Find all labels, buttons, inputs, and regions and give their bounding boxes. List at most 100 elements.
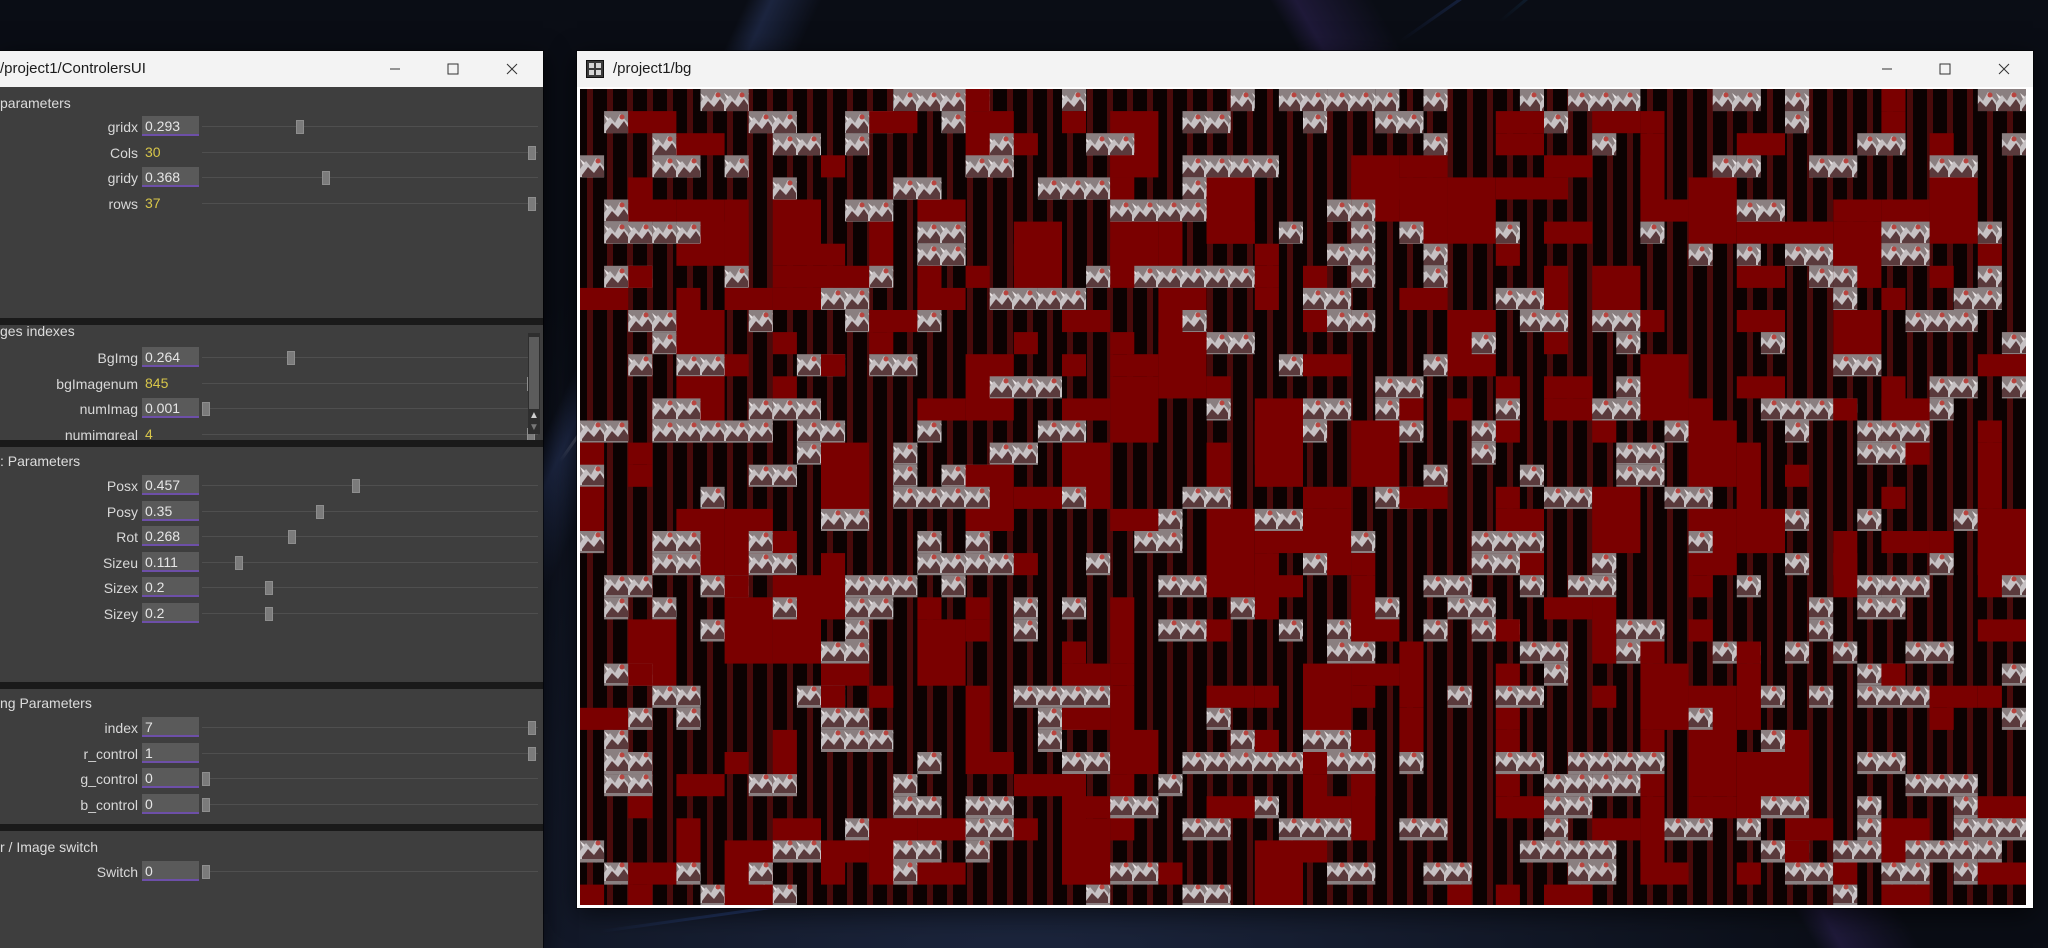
bg-render-canvas[interactable] — [580, 89, 2026, 905]
slider-value-field[interactable]: 845 — [142, 373, 199, 393]
bg-titlebar[interactable]: /project1/bg — [577, 51, 2033, 87]
close-button[interactable] — [483, 51, 541, 87]
slider-value-field[interactable]: 0.457 — [142, 475, 199, 495]
slider-value-field[interactable]: 0 — [142, 793, 199, 814]
red-block — [1254, 840, 1303, 863]
slider-thumb[interactable] — [528, 196, 536, 211]
slider-track[interactable] — [202, 202, 538, 204]
slider-track[interactable] — [202, 151, 538, 153]
slider-thumb[interactable] — [528, 145, 536, 160]
minimize-button[interactable] — [1858, 51, 1916, 87]
image-tile — [1062, 486, 1087, 509]
slider-value-field[interactable]: 0.2 — [142, 577, 199, 597]
image-tile — [845, 133, 870, 156]
image-tile — [917, 553, 966, 576]
slider-value-field[interactable]: 0.35 — [142, 500, 199, 521]
slider-track[interactable] — [202, 561, 538, 563]
image-tile — [652, 531, 701, 554]
slider-value-field[interactable]: 0.001 — [142, 398, 199, 418]
slider-track[interactable] — [202, 536, 538, 537]
slider-value-field[interactable]: 37 — [142, 193, 199, 213]
slider-thumb[interactable] — [202, 865, 210, 879]
red-block — [628, 442, 653, 465]
slider-thumb[interactable] — [235, 555, 244, 570]
slider-track[interactable] — [202, 727, 538, 728]
scrollbar-thumb[interactable] — [529, 337, 539, 409]
red-block — [1544, 155, 1593, 178]
slider-thumb[interactable] — [265, 581, 274, 595]
image-tile — [1519, 641, 1569, 664]
slider-value-field[interactable]: 0.264 — [142, 347, 199, 367]
red-block — [1881, 486, 1906, 509]
slider-track[interactable] — [202, 382, 538, 384]
slider-thumb[interactable] — [265, 606, 274, 621]
slider-thumb[interactable] — [202, 797, 210, 812]
slider-track[interactable] — [202, 408, 538, 409]
slider-thumb[interactable] — [315, 504, 324, 519]
parameter-section: r / Image switch Switch 0 — [0, 831, 543, 948]
section-title: ges indexes — [0, 323, 75, 339]
controllers-titlebar[interactable]: /project1/ControlersUI — [0, 51, 543, 87]
slider-value-field[interactable]: 0.268 — [142, 526, 199, 546]
slider-value-field[interactable]: 0 — [142, 861, 199, 881]
maximize-button[interactable] — [424, 51, 482, 87]
slider-row-posx: Posx 0.457 — [0, 475, 543, 497]
slider-thumb[interactable] — [202, 772, 210, 786]
slider-value-field[interactable]: 0.2 — [142, 602, 199, 623]
image-tile — [1471, 531, 1520, 554]
maximize-button[interactable] — [1916, 51, 1974, 87]
slider-track[interactable] — [202, 177, 538, 178]
slider-track[interactable] — [202, 871, 538, 872]
image-tile — [1182, 486, 1231, 509]
image-tile — [1062, 177, 1111, 200]
scroll-down-icon[interactable]: ▼ — [528, 422, 540, 434]
slider-value-field[interactable]: 7 — [142, 717, 199, 737]
red-block — [1977, 243, 2002, 266]
image-tile — [628, 707, 653, 730]
slider-thumb[interactable] — [296, 120, 305, 134]
minimize-button[interactable] — [366, 51, 424, 87]
slider-thumb[interactable] — [528, 746, 536, 761]
slider-track[interactable] — [202, 587, 538, 588]
red-block — [1062, 111, 1087, 134]
slider-track[interactable] — [202, 803, 538, 805]
image-tile — [1905, 840, 1930, 863]
slider-track[interactable] — [202, 612, 538, 614]
slider-thumb[interactable] — [286, 351, 295, 365]
slider-track[interactable] — [202, 778, 538, 779]
image-tile — [1110, 796, 1159, 819]
red-block — [1833, 243, 1858, 266]
slider-value-field[interactable]: 30 — [142, 142, 199, 162]
red-block — [917, 398, 966, 421]
red-block — [1977, 796, 2026, 819]
slider-track[interactable] — [202, 485, 538, 486]
image-tile — [1375, 398, 1400, 421]
slider-track[interactable] — [202, 510, 538, 512]
red-block — [1881, 287, 1906, 310]
slider-value-field[interactable]: 0 — [142, 768, 199, 788]
red-block — [628, 199, 677, 222]
image-tile — [1929, 155, 1978, 178]
slider-value-field[interactable]: 0.111 — [142, 551, 199, 572]
slider-thumb[interactable] — [351, 479, 360, 493]
slider-track[interactable] — [202, 752, 538, 754]
slider-track[interactable] — [202, 433, 538, 435]
red-block — [965, 752, 1014, 775]
image-tile — [676, 354, 725, 377]
close-button[interactable] — [1975, 51, 2033, 87]
slider-value-field[interactable]: 1 — [142, 742, 199, 763]
section-scrollbar[interactable]: ▲ ▼ — [528, 333, 540, 434]
slider-thumb[interactable] — [528, 721, 536, 735]
slider-thumb[interactable] — [288, 530, 297, 544]
image-tile — [1905, 641, 1954, 664]
slider-value-field[interactable]: 0.293 — [142, 116, 199, 136]
image-tile — [772, 597, 797, 620]
image-tile — [1857, 796, 1882, 819]
slider-track[interactable] — [202, 357, 538, 358]
slider-thumb[interactable] — [202, 402, 210, 416]
scroll-up-icon[interactable]: ▲ — [528, 410, 540, 422]
slider-track[interactable] — [202, 126, 538, 127]
image-tile — [1182, 884, 1231, 905]
slider-value-field[interactable]: 0.368 — [142, 167, 199, 187]
slider-thumb[interactable] — [321, 171, 330, 185]
